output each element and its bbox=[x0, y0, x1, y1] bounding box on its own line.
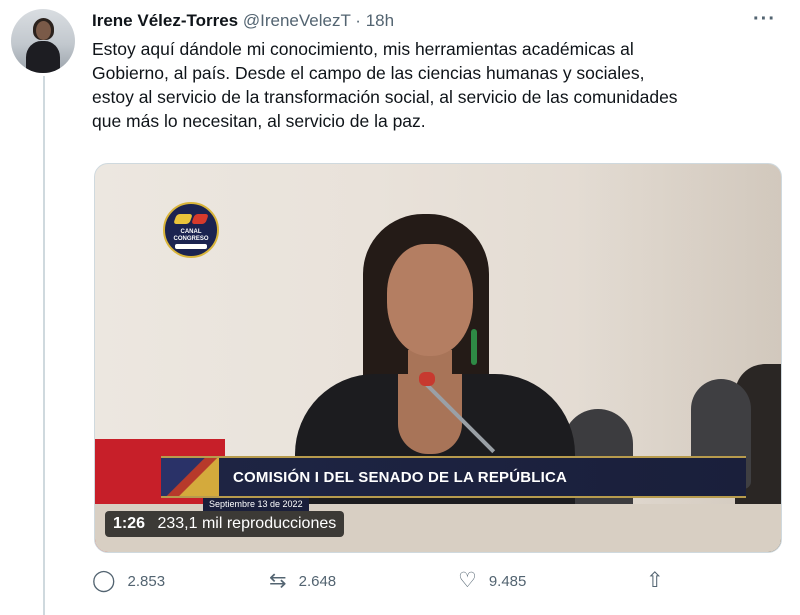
banner-date: Septiembre 13 de 2022 bbox=[203, 498, 309, 511]
logo-bar bbox=[175, 244, 207, 249]
tweet-text: Estoy aquí dándole mi conocimiento, mis … bbox=[92, 37, 782, 133]
thread-line bbox=[43, 76, 45, 615]
logo-shape-yellow bbox=[173, 214, 193, 224]
header-separator: · bbox=[355, 11, 361, 30]
video-speaker-earring bbox=[471, 329, 477, 365]
tweet-text-line: Gobierno, al país. Desde el campo de las… bbox=[92, 63, 645, 83]
logo-shape-red bbox=[191, 214, 209, 224]
like-button[interactable]: ♡ 9.485 bbox=[458, 568, 526, 594]
microphone-head bbox=[419, 372, 435, 386]
retweet-button[interactable]: ⇆ 2.648 bbox=[269, 568, 336, 594]
avatar[interactable] bbox=[11, 9, 75, 73]
tweet-header: Irene Vélez-Torres @IreneVelezT · 18h bbox=[92, 10, 394, 32]
tweet-actions: ◯ 2.853 ⇆ 2.648 ♡ 9.485 ⇧ bbox=[92, 568, 692, 594]
lower-third-banner: COMISIÓN I DEL SENADO DE LA REPÚBLICA bbox=[161, 456, 746, 498]
reply-count: 2.853 bbox=[127, 572, 166, 590]
video-stats-overlay: 1:26 233,1 mil reproducciones bbox=[105, 511, 345, 537]
tweet-text-line: Estoy aquí dándole mi conocimiento, mis … bbox=[92, 39, 634, 59]
logo-text: CANAL CONGRESO bbox=[173, 229, 209, 242]
banner-title: COMISIÓN I DEL SENADO DE LA REPÚBLICA bbox=[233, 469, 568, 486]
retweet-count: 2.648 bbox=[298, 572, 337, 590]
retweet-icon[interactable]: ⇆ bbox=[269, 568, 287, 594]
share-button[interactable]: ⇧ bbox=[646, 568, 676, 594]
share-icon[interactable]: ⇧ bbox=[646, 568, 664, 594]
tweet-text-line: que más lo necesitan, al servicio de la … bbox=[92, 111, 426, 131]
banner-flag bbox=[161, 458, 219, 496]
canal-congreso-logo: CANAL CONGRESO bbox=[163, 202, 219, 258]
like-count: 9.485 bbox=[488, 572, 527, 590]
video-player[interactable]: CANAL CONGRESO COMISIÓN I DEL SENADO DE … bbox=[94, 163, 782, 553]
avatar-body bbox=[26, 41, 60, 73]
video-speaker-face bbox=[387, 244, 473, 356]
tweet-text-line: estoy al servicio de la transformación s… bbox=[92, 87, 678, 107]
author-name[interactable]: Irene Vélez-Torres bbox=[92, 11, 238, 30]
reply-icon[interactable]: ◯ bbox=[92, 568, 116, 594]
author-handle[interactable]: @IreneVelezT bbox=[243, 11, 351, 30]
more-options-icon[interactable]: ··· bbox=[753, 8, 776, 31]
video-duration: 1:26 bbox=[113, 515, 146, 532]
avatar-face bbox=[36, 21, 51, 40]
reply-button[interactable]: ◯ 2.853 bbox=[92, 568, 165, 594]
tweet-timestamp[interactable]: 18h bbox=[366, 11, 394, 30]
video-views: 233,1 mil reproducciones bbox=[157, 515, 337, 532]
heart-icon[interactable]: ♡ bbox=[458, 568, 477, 594]
